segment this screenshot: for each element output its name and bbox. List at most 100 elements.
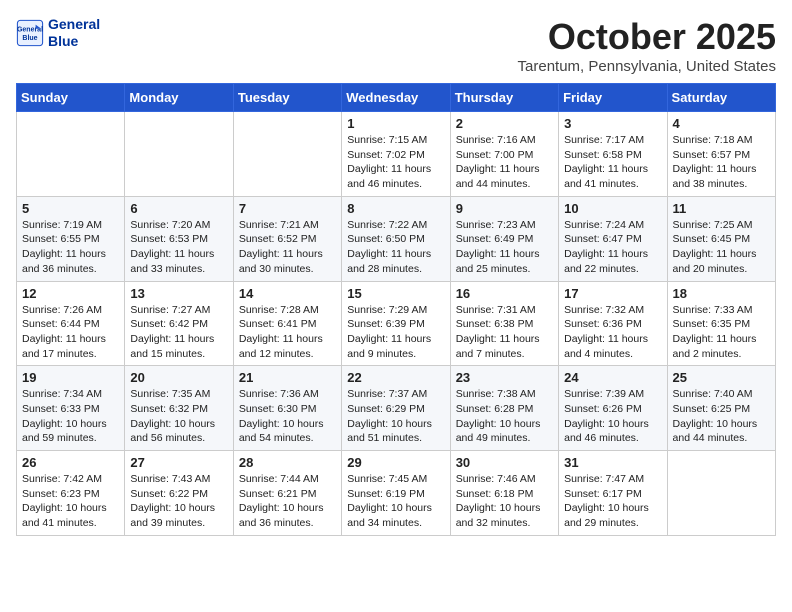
day-number: 5 [22, 201, 119, 216]
month-title: October 2025 [518, 16, 776, 58]
day-info: Sunrise: 7:38 AM Sunset: 6:28 PM Dayligh… [456, 387, 553, 446]
calendar-table: SundayMondayTuesdayWednesdayThursdayFrid… [16, 83, 776, 536]
day-info: Sunrise: 7:24 AM Sunset: 6:47 PM Dayligh… [564, 218, 661, 277]
day-info: Sunrise: 7:16 AM Sunset: 7:00 PM Dayligh… [456, 133, 553, 192]
day-number: 11 [673, 201, 770, 216]
day-number: 13 [130, 286, 227, 301]
day-info: Sunrise: 7:20 AM Sunset: 6:53 PM Dayligh… [130, 218, 227, 277]
weekday-header-monday: Monday [125, 84, 233, 112]
day-number: 14 [239, 286, 336, 301]
day-info: Sunrise: 7:39 AM Sunset: 6:26 PM Dayligh… [564, 387, 661, 446]
day-number: 25 [673, 370, 770, 385]
calendar-cell: 19Sunrise: 7:34 AM Sunset: 6:33 PM Dayli… [17, 366, 125, 451]
day-number: 4 [673, 116, 770, 131]
day-info: Sunrise: 7:22 AM Sunset: 6:50 PM Dayligh… [347, 218, 444, 277]
day-info: Sunrise: 7:47 AM Sunset: 6:17 PM Dayligh… [564, 472, 661, 531]
calendar-cell: 20 Sunrise: 7:35 AM Sunset: 6:32 PM Dayli… [125, 366, 233, 451]
calendar-cell: 26 Sunrise: 7:42 AM Sunset: 6:23 PM Dayli… [17, 451, 125, 536]
day-info: Sunrise: 7:25 AM Sunset: 6:45 PM Dayligh… [673, 218, 770, 277]
calendar-cell: 11 Sunrise: 7:25 AM Sunset: 6:45 PM Dayli… [667, 196, 775, 281]
day-info: Sunrise: 7:32 AM Sunset: 6:36 PM Dayligh… [564, 303, 661, 362]
calendar-cell: 2 Sunrise: 7:16 AM Sunset: 7:00 PM Daylig… [450, 112, 558, 197]
day-info: Sunrise: 7:37 AM Sunset: 6:29 PM Dayligh… [347, 387, 444, 446]
calendar-cell: 13 Sunrise: 7:27 AM Sunset: 6:42 PM Dayli… [125, 281, 233, 366]
day-info: Sunrise: 7:27 AM Sunset: 6:42 PM Dayligh… [130, 303, 227, 362]
calendar-cell: 1Sunrise: 7:15 AM Sunset: 7:02 PM Daylig… [342, 112, 450, 197]
day-number: 7 [239, 201, 336, 216]
day-number: 31 [564, 455, 661, 470]
logo-line2: Blue [48, 33, 100, 50]
calendar-cell: 6 Sunrise: 7:20 AM Sunset: 6:53 PM Daylig… [125, 196, 233, 281]
day-number: 8 [347, 201, 444, 216]
day-number: 23 [456, 370, 553, 385]
calendar-cell: 29 Sunrise: 7:45 AM Sunset: 6:19 PM Dayli… [342, 451, 450, 536]
day-number: 28 [239, 455, 336, 470]
weekday-header-row: SundayMondayTuesdayWednesdayThursdayFrid… [17, 84, 776, 112]
day-info: Sunrise: 7:42 AM Sunset: 6:23 PM Dayligh… [22, 472, 119, 531]
calendar-cell: 31 Sunrise: 7:47 AM Sunset: 6:17 PM Dayli… [559, 451, 667, 536]
calendar-cell: 21 Sunrise: 7:36 AM Sunset: 6:30 PM Dayli… [233, 366, 341, 451]
calendar-cell: 4 Sunrise: 7:18 AM Sunset: 6:57 PM Daylig… [667, 112, 775, 197]
calendar-cell: 7Sunrise: 7:21 AM Sunset: 6:52 PM Daylig… [233, 196, 341, 281]
day-info: Sunrise: 7:18 AM Sunset: 6:57 PM Dayligh… [673, 133, 770, 192]
day-info: Sunrise: 7:17 AM Sunset: 6:58 PM Dayligh… [564, 133, 661, 192]
calendar-week-5: 26 Sunrise: 7:42 AM Sunset: 6:23 PM Dayli… [17, 451, 776, 536]
day-info: Sunrise: 7:44 AM Sunset: 6:21 PM Dayligh… [239, 472, 336, 531]
calendar-cell: 17 Sunrise: 7:32 AM Sunset: 6:36 PM Dayli… [559, 281, 667, 366]
day-info: Sunrise: 7:45 AM Sunset: 6:19 PM Dayligh… [347, 472, 444, 531]
day-number: 26 [22, 455, 119, 470]
day-info: Sunrise: 7:29 AM Sunset: 6:39 PM Dayligh… [347, 303, 444, 362]
calendar-cell: 14 Sunrise: 7:28 AM Sunset: 6:41 PM Dayli… [233, 281, 341, 366]
page-header: General Blue General Blue October 2025 T… [16, 16, 776, 75]
calendar-cell: 27Sunrise: 7:43 AM Sunset: 6:22 PM Dayli… [125, 451, 233, 536]
day-info: Sunrise: 7:28 AM Sunset: 6:41 PM Dayligh… [239, 303, 336, 362]
day-number: 2 [456, 116, 553, 131]
calendar-cell: 18 Sunrise: 7:33 AM Sunset: 6:35 PM Dayli… [667, 281, 775, 366]
calendar-cell: 22Sunrise: 7:37 AM Sunset: 6:29 PM Dayli… [342, 366, 450, 451]
calendar-cell: 15 Sunrise: 7:29 AM Sunset: 6:39 PM Dayli… [342, 281, 450, 366]
day-number: 20 [130, 370, 227, 385]
day-number: 21 [239, 370, 336, 385]
calendar-cell: 10 Sunrise: 7:24 AM Sunset: 6:47 PM Dayli… [559, 196, 667, 281]
weekday-header-saturday: Saturday [667, 84, 775, 112]
day-number: 27 [130, 455, 227, 470]
title-block: October 2025 Tarentum, Pennsylvania, Uni… [518, 16, 776, 75]
calendar-week-1: 1Sunrise: 7:15 AM Sunset: 7:02 PM Daylig… [17, 112, 776, 197]
day-number: 9 [456, 201, 553, 216]
day-info: Sunrise: 7:35 AM Sunset: 6:32 PM Dayligh… [130, 387, 227, 446]
calendar-week-4: 19Sunrise: 7:34 AM Sunset: 6:33 PM Dayli… [17, 366, 776, 451]
day-number: 3 [564, 116, 661, 131]
calendar-cell: 30 Sunrise: 7:46 AM Sunset: 6:18 PM Dayli… [450, 451, 558, 536]
day-number: 30 [456, 455, 553, 470]
day-number: 15 [347, 286, 444, 301]
svg-text:Blue: Blue [22, 35, 37, 42]
day-info: Sunrise: 7:26 AM Sunset: 6:44 PM Dayligh… [22, 303, 119, 362]
day-info: Sunrise: 7:36 AM Sunset: 6:30 PM Dayligh… [239, 387, 336, 446]
day-number: 1 [347, 116, 444, 131]
logo: General Blue General Blue [16, 16, 100, 50]
calendar-cell: 12Sunrise: 7:26 AM Sunset: 6:44 PM Dayli… [17, 281, 125, 366]
day-info: Sunrise: 7:19 AM Sunset: 6:55 PM Dayligh… [22, 218, 119, 277]
day-info: Sunrise: 7:34 AM Sunset: 6:33 PM Dayligh… [22, 387, 119, 446]
weekday-header-friday: Friday [559, 84, 667, 112]
calendar-cell: 5 Sunrise: 7:19 AM Sunset: 6:55 PM Daylig… [17, 196, 125, 281]
weekday-header-thursday: Thursday [450, 84, 558, 112]
calendar-cell: 25Sunrise: 7:40 AM Sunset: 6:25 PM Dayli… [667, 366, 775, 451]
weekday-header-sunday: Sunday [17, 84, 125, 112]
calendar-cell: 9Sunrise: 7:23 AM Sunset: 6:49 PM Daylig… [450, 196, 558, 281]
day-number: 17 [564, 286, 661, 301]
calendar-cell [17, 112, 125, 197]
calendar-cell [667, 451, 775, 536]
calendar-cell: 3 Sunrise: 7:17 AM Sunset: 6:58 PM Daylig… [559, 112, 667, 197]
day-number: 16 [456, 286, 553, 301]
day-number: 6 [130, 201, 227, 216]
day-info: Sunrise: 7:46 AM Sunset: 6:18 PM Dayligh… [456, 472, 553, 531]
calendar-cell: 24Sunrise: 7:39 AM Sunset: 6:26 PM Dayli… [559, 366, 667, 451]
weekday-header-tuesday: Tuesday [233, 84, 341, 112]
day-info: Sunrise: 7:33 AM Sunset: 6:35 PM Dayligh… [673, 303, 770, 362]
calendar-cell [233, 112, 341, 197]
calendar-cell: 23 Sunrise: 7:38 AM Sunset: 6:28 PM Dayli… [450, 366, 558, 451]
day-number: 10 [564, 201, 661, 216]
day-number: 29 [347, 455, 444, 470]
day-number: 18 [673, 286, 770, 301]
